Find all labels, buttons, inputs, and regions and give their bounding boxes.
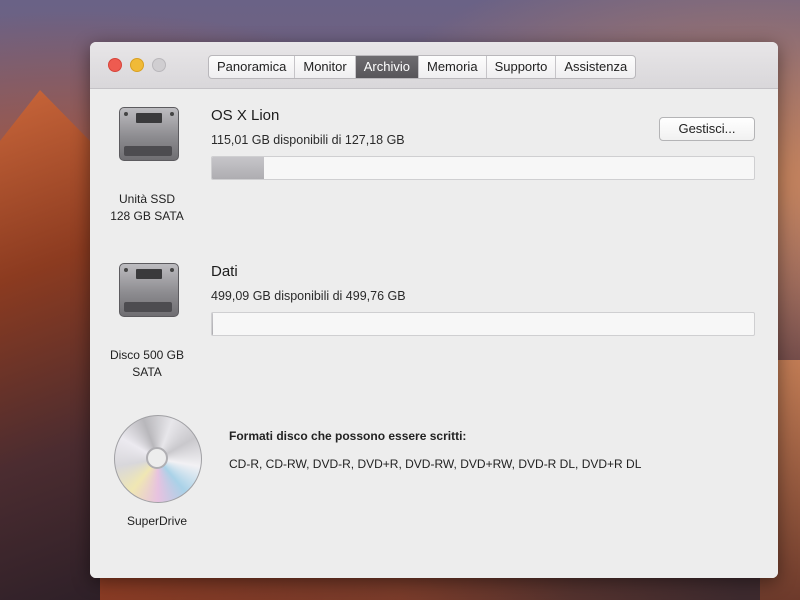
title-bar: Panoramica Monitor Archivio Memoria Supp… <box>90 42 778 89</box>
cd-disc-icon <box>114 415 202 503</box>
ssd-drive-type: Unità SSD <box>118 192 176 206</box>
tab-archivio[interactable]: Archivio <box>355 56 419 78</box>
hdd-drive-type: Disco 500 GB <box>109 348 185 362</box>
superdrive-caption: SuperDrive <box>126 514 188 528</box>
tab-monitor[interactable]: Monitor <box>295 56 356 78</box>
hdd-drive-caption: Disco 500 GB SATA <box>92 347 202 381</box>
tab-bar: Panoramica Monitor Archivio Memoria Supp… <box>208 55 637 79</box>
storage-usage-bar-os-x-lion <box>211 156 755 180</box>
storage-usage-fill-os-x-lion <box>212 157 265 179</box>
manage-storage-button[interactable]: Gestisci... <box>659 117 755 141</box>
hdd-drive-size: SATA <box>132 365 162 379</box>
volume-name-os-x-lion: OS X Lion <box>211 107 280 124</box>
volume-capacity-os-x-lion: 115,01 GB disponibili di 127,18 GB <box>211 133 405 147</box>
tab-memoria[interactable]: Memoria <box>419 56 487 78</box>
writable-formats-heading: Formati disco che possono essere scritti… <box>229 429 467 443</box>
zoom-window-button <box>152 58 166 72</box>
ssd-drive-caption: Unità SSD 128 GB SATA <box>92 191 202 225</box>
writable-formats-list: CD-R, CD-RW, DVD-R, DVD+R, DVD-RW, DVD+R… <box>229 457 642 471</box>
wallpaper-mountain <box>0 90 100 600</box>
tab-panoramica[interactable]: Panoramica <box>209 56 296 78</box>
tab-assistenza[interactable]: Assistenza <box>556 56 635 78</box>
storage-usage-bar-dati <box>211 312 755 336</box>
volume-name-dati: Dati <box>211 263 238 280</box>
ssd-drive-size: 128 GB SATA <box>110 209 184 223</box>
tab-supporto[interactable]: Supporto <box>487 56 557 78</box>
volume-capacity-dati: 499,09 GB disponibili di 499,76 GB <box>211 289 406 303</box>
close-window-button[interactable] <box>108 58 122 72</box>
minimize-window-button[interactable] <box>130 58 144 72</box>
hard-drive-icon <box>115 255 179 319</box>
hard-drive-icon <box>115 99 179 163</box>
storage-panel: Unità SSD 128 GB SATA OS X Lion 115,01 G… <box>90 89 778 578</box>
storage-usage-fill-dati <box>212 313 213 335</box>
about-this-mac-window: Panoramica Monitor Archivio Memoria Supp… <box>90 42 778 578</box>
